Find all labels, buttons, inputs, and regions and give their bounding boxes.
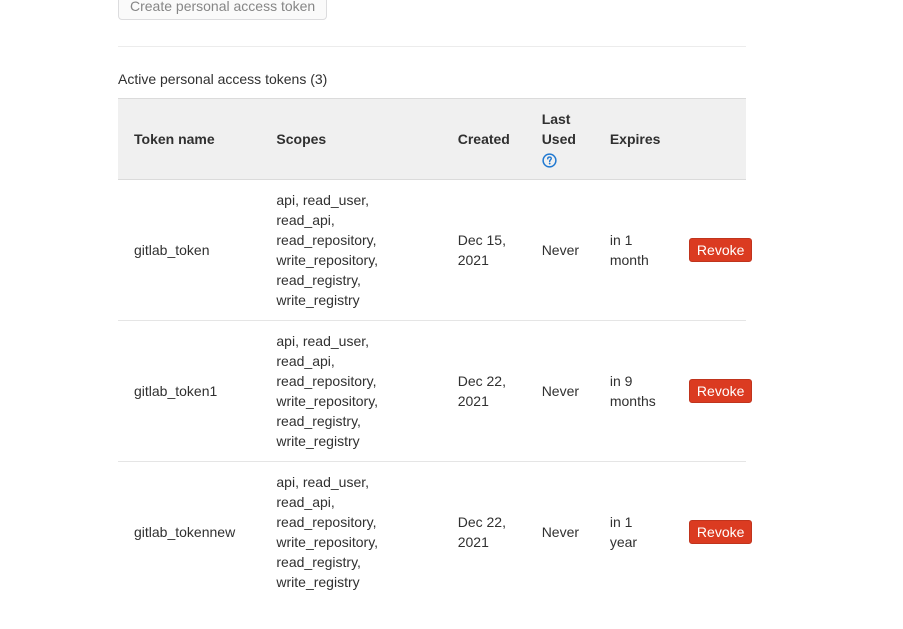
scope-line: read_api,	[276, 212, 335, 228]
token-expires: in 9 months	[593, 320, 673, 462]
scope-line: write_registry	[276, 574, 360, 591]
scope-line: write_registry	[276, 292, 360, 308]
scope-line: read_api,	[276, 353, 335, 369]
token-action: Revoke	[672, 320, 753, 462]
header-created: Created	[441, 98, 526, 180]
token-last-used: Never	[525, 179, 594, 321]
token-expires: in 1 year	[594, 462, 673, 603]
token-name: gitlab_token	[118, 179, 261, 321]
created-year: 2021	[457, 534, 489, 551]
scope-line: read_repository,	[276, 373, 377, 389]
scope-line: write_repository,	[276, 534, 379, 551]
token-name: gitlab_token1	[118, 320, 261, 462]
header-last-used: Last Used	[525, 98, 594, 180]
tokens-table: Token name Scopes Created Last Used Expi…	[118, 98, 753, 603]
expires-line1: in 1	[609, 514, 633, 531]
expires-line2: months	[609, 393, 656, 409]
header-last-used-line1: Last	[541, 111, 571, 127]
scope-line: read_api,	[276, 494, 335, 511]
expires-line1: in 9	[609, 373, 633, 389]
header-token-name: Token name	[118, 98, 261, 180]
scope-line: read_registry,	[276, 554, 361, 571]
scope-line: api, read_user,	[276, 474, 370, 491]
table-header-row: Token name Scopes Created Last Used Expi…	[118, 98, 746, 180]
question-circle-icon[interactable]	[542, 153, 557, 168]
created-date: Dec 15,	[457, 232, 506, 248]
header-scopes: Scopes	[260, 98, 442, 180]
section-title: Active personal access tokens (3)	[118, 71, 328, 87]
token-last-used: Never	[541, 524, 580, 541]
help-icon-wrap	[542, 149, 594, 169]
revoke-button[interactable]: Revoke	[688, 379, 753, 403]
scope-line: api, read_user,	[276, 192, 370, 208]
created-year: 2021	[457, 393, 489, 409]
token-scopes: api, read_user, read_api, read_repositor…	[260, 462, 441, 603]
scope-line: api, read_user,	[276, 333, 370, 349]
table-row: gitlab_token1 api, read_user, read_api, …	[118, 320, 753, 462]
table-body: gitlab_token api, read_user, read_api, r…	[118, 179, 753, 603]
scope-line: write_repository,	[276, 252, 379, 268]
token-last-used: Never	[525, 320, 594, 462]
header-last-used-line2: Used	[541, 131, 576, 147]
page: Create personal access token Active pers…	[0, 0, 903, 629]
created-year: 2021	[457, 252, 489, 268]
scope-line: write_registry	[276, 433, 360, 449]
expires-line2: year	[609, 534, 638, 551]
token-action: Revoke	[672, 179, 753, 321]
create-token-button[interactable]: Create personal access token	[118, 0, 328, 20]
section-divider	[118, 46, 746, 47]
revoke-button[interactable]: Revoke	[688, 520, 753, 545]
header-action	[672, 98, 746, 180]
created-date: Dec 22,	[457, 514, 506, 531]
token-scopes: api, read_user, read_api, read_repositor…	[260, 179, 442, 321]
token-action: Revoke	[673, 462, 753, 603]
table-row: gitlab_tokennew api, read_user, read_api…	[118, 462, 753, 603]
token-scopes: api, read_user, read_api, read_repositor…	[260, 320, 442, 462]
header-expires: Expires	[593, 98, 673, 180]
token-created: Dec 22, 2021	[442, 462, 526, 603]
token-name: gitlab_tokennew	[134, 524, 236, 541]
table-row: gitlab_token api, read_user, read_api, r…	[118, 179, 753, 321]
revoke-button[interactable]: Revoke	[688, 238, 753, 262]
created-date: Dec 22,	[457, 373, 506, 389]
token-expires: in 1 month	[593, 179, 673, 321]
scope-line: read_registry,	[276, 272, 361, 288]
scope-line: read_registry,	[276, 413, 361, 429]
expires-line2: month	[609, 252, 649, 268]
token-created: Dec 15, 2021	[441, 179, 526, 321]
expires-line1: in 1	[609, 232, 633, 248]
table-header: Token name Scopes Created Last Used Expi…	[118, 98, 746, 180]
scope-line: read_repository,	[276, 514, 377, 531]
token-created: Dec 22, 2021	[441, 320, 526, 462]
scope-line: write_repository,	[276, 393, 379, 409]
scope-line: read_repository,	[276, 232, 377, 248]
